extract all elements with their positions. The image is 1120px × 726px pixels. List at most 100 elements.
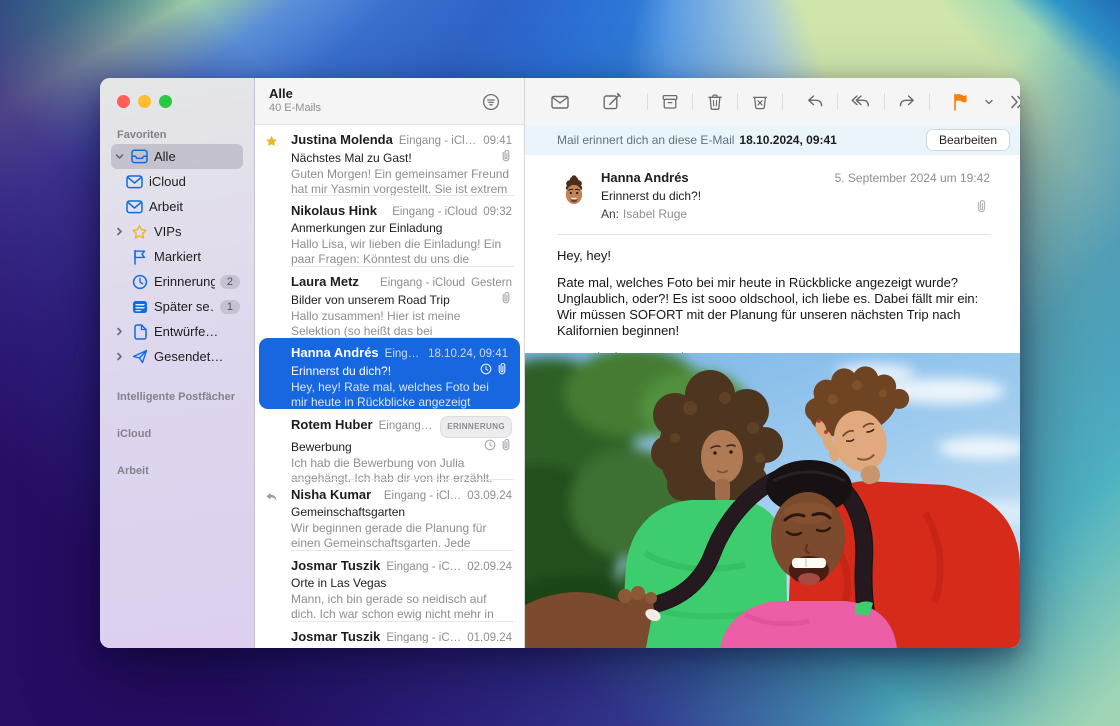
- list-item[interactable]: Laura MetzEingang - iCloudGestern Bilder…: [255, 267, 524, 338]
- window-controls: [100, 78, 254, 108]
- reminder-badge: ERINNERUNG: [440, 416, 512, 438]
- message-date: 5. September 2024 um 19:42: [835, 171, 990, 185]
- favorites-header: Favoriten: [100, 129, 254, 144]
- sidebar-item-spaeter-senden[interactable]: Später se… 1: [111, 294, 243, 319]
- sidebar-item-icloud[interactable]: iCloud: [122, 169, 243, 194]
- paperclip-icon: [500, 149, 512, 166]
- sidebar-item-gesendet[interactable]: Gesendet…: [111, 344, 243, 369]
- arbeit-section-header[interactable]: Arbeit: [100, 465, 254, 480]
- icloud-section-header[interactable]: iCloud: [100, 428, 254, 443]
- message-preview: Mann, ich bin gerade so neidisch auf dic…: [291, 592, 512, 622]
- message-header: Hanna Andrés 5. September 2024 um 19:42 …: [525, 155, 1020, 235]
- edit-reminder-button[interactable]: Bearbeiten: [926, 129, 1010, 151]
- reminder-text: Mail erinnert dich an diese E-Mail: [557, 133, 734, 147]
- reply-icon[interactable]: [796, 91, 834, 113]
- flag-chevron-down-icon[interactable]: [979, 96, 999, 108]
- sidebar-item-label: Später se…: [154, 299, 215, 314]
- avatar[interactable]: [559, 175, 589, 209]
- unread-envelope-icon[interactable]: [541, 91, 579, 113]
- subject: Erinnerst du dich?!: [291, 363, 391, 379]
- paperclip-icon: [975, 199, 988, 218]
- reminder-banner: Mail erinnert dich an diese E-Mail 18.10…: [525, 125, 1020, 155]
- message-preview: Guten Morgen! Ein gemeinsamer Freund hat…: [291, 167, 512, 197]
- recipient-line: An: Isabel Ruge: [601, 207, 990, 221]
- subject: Bewerbung: [291, 439, 352, 455]
- subject: Bilder von unserem Road Trip: [291, 292, 450, 308]
- sidebar-item-label: Markiert: [154, 249, 240, 264]
- sidebar-item-label: Entwürfe…: [154, 324, 240, 339]
- message-list-header: Alle 40 E-Mails: [255, 78, 524, 125]
- reminder-date: 18.10.2024, 09:41: [739, 133, 836, 147]
- clock-icon: [130, 274, 149, 290]
- list-item[interactable]: Rotem HuberEingang - iCloudERINNERUNG Be…: [255, 409, 524, 480]
- sidebar-item-label: iCloud: [149, 174, 240, 189]
- sidebar-item-label: VIPs: [154, 224, 240, 239]
- message-preview: Hallo Lisa, wir lieben die Einladung! Ei…: [291, 237, 512, 267]
- chevron-right-icon[interactable]: [114, 327, 125, 336]
- body-paragraph: Rate mal, welches Foto bei mir heute in …: [557, 275, 990, 339]
- unread-count-badge: 2: [220, 275, 240, 289]
- send-later-icon: [130, 300, 149, 314]
- sidebar-item-erinnerung[interactable]: Erinnerung 2: [111, 269, 243, 294]
- desktop-wallpaper: { "colors": { "accent_blue": "#1667e0", …: [0, 0, 1120, 726]
- clock-icon: [480, 363, 492, 379]
- body-paragraph: Hey, hey!: [557, 248, 990, 264]
- paperclip-icon: [496, 362, 508, 379]
- sidebar-item-vips[interactable]: VIPs: [111, 219, 243, 244]
- attachment-photo[interactable]: [525, 353, 1020, 648]
- inbox-tray-icon: [130, 149, 149, 164]
- sender-name: Hanna Andrés: [601, 170, 689, 185]
- subject: Gemeinschaftsgarten: [291, 504, 405, 520]
- zoom-window-button[interactable]: [159, 95, 172, 108]
- sidebar-item-label: Arbeit: [149, 199, 240, 214]
- star-icon: [265, 135, 278, 153]
- list-item[interactable]: Nisha KumarEingang - iCl…03.09.24 Gemein…: [255, 480, 524, 551]
- message-list-pane: Alle 40 E-Mails Justina MolendaEingang -…: [255, 78, 525, 648]
- paperclip-icon: [500, 438, 512, 455]
- envelope-icon: [125, 200, 144, 214]
- sidebar-item-markiert[interactable]: Markiert: [111, 244, 243, 269]
- reply-all-icon[interactable]: [841, 91, 881, 113]
- sidebar-item-arbeit[interactable]: Arbeit: [122, 194, 243, 219]
- chevron-right-icon[interactable]: [114, 227, 125, 236]
- sidebar-item-label: Alle: [154, 149, 240, 164]
- sidebar: Favoriten Alle iCloud Arbeit VIPs: [100, 78, 255, 648]
- list-item[interactable]: Justina MolendaEingang - iCloud09:41 Näc…: [255, 125, 524, 196]
- smart-mailboxes-header[interactable]: Intelligente Postfächer: [100, 391, 254, 406]
- to-label: An:: [601, 207, 619, 221]
- filter-icon[interactable]: [480, 91, 502, 118]
- sidebar-item-label: Gesendet…: [154, 349, 240, 364]
- junk-icon[interactable]: [741, 91, 779, 113]
- paperclip-icon: [500, 291, 512, 308]
- message-list: Justina MolendaEingang - iCloud09:41 Näc…: [255, 125, 524, 648]
- list-item[interactable]: Josmar TuszikEingang - iCloud02.09.24 Or…: [255, 551, 524, 622]
- forward-icon[interactable]: [888, 91, 926, 113]
- list-item[interactable]: Nikolaus HinkEingang - iCloud09:32 Anmer…: [255, 196, 524, 267]
- unread-count-badge: 1: [220, 300, 240, 314]
- recipient-name[interactable]: Isabel Ruge: [623, 207, 687, 221]
- subject: Orte in Las Vegas: [291, 575, 386, 591]
- flag-icon: [130, 249, 149, 265]
- draft-icon: [130, 324, 149, 340]
- chevron-down-icon[interactable]: [114, 152, 125, 161]
- chevron-right-icon[interactable]: [114, 352, 125, 361]
- more-chevrons-icon[interactable]: [999, 93, 1020, 111]
- message-preview: Hey, hey! Rate mal, welches Foto bei mir…: [291, 380, 508, 410]
- sidebar-item-alle[interactable]: Alle: [111, 144, 243, 169]
- sidebar-item-label: Erinnerung: [154, 274, 215, 289]
- compose-icon[interactable]: [593, 91, 631, 113]
- subject: Nächstes Mal zu Gast!: [291, 150, 412, 166]
- toolbar: [525, 78, 1020, 125]
- message-subject: Erinnerst du dich?!: [601, 189, 990, 203]
- trash-icon[interactable]: [696, 91, 734, 113]
- star-icon: [130, 224, 149, 240]
- envelope-icon: [125, 175, 144, 189]
- list-item-selected[interactable]: Hanna AndrésEinga…18.10.24, 09:41 Erinne…: [259, 338, 520, 409]
- replied-arrow-icon: [265, 490, 278, 508]
- close-window-button[interactable]: [117, 95, 130, 108]
- archive-icon[interactable]: [651, 91, 689, 113]
- sidebar-item-entwuerfe[interactable]: Entwürfe…: [111, 319, 243, 344]
- minimize-window-button[interactable]: [138, 95, 151, 108]
- flag-icon[interactable]: [941, 91, 979, 113]
- list-item[interactable]: Josmar TuszikEingang - iCloud01.09.24: [255, 622, 524, 643]
